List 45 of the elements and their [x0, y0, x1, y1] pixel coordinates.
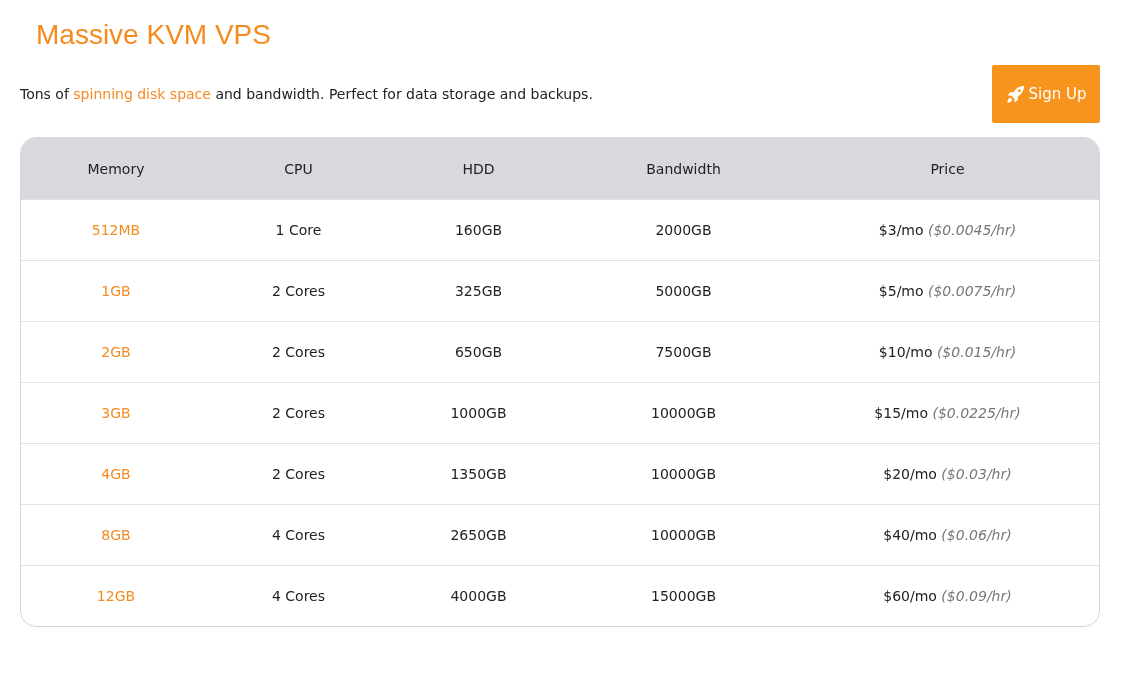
memory-cell-text: 12GB: [95, 587, 137, 606]
sign-up-button[interactable]: Sign Up: [992, 65, 1100, 123]
cpu-cell-text: 2 Cores: [270, 343, 327, 362]
hdd-cell-text: 1000GB: [449, 404, 508, 423]
hdd-cell-text: 160GB: [453, 221, 504, 240]
rocket-icon: [1005, 84, 1025, 104]
page-title: Massive KVM VPS: [35, 18, 272, 52]
bandwidth-cell-text: 10000GB: [650, 404, 717, 423]
price-cell-text: $3/mo ($0.0045/hr): [877, 221, 1018, 240]
memory-cell-text: 4GB: [100, 465, 132, 484]
cpu-cell-text: 4 Cores: [270, 587, 327, 606]
price-cell-text: $10/mo ($0.015/hr): [877, 343, 1018, 362]
price-cell-text: $40/mo ($0.06/hr): [882, 526, 1013, 545]
spinning-disk-link[interactable]: spinning disk space: [73, 86, 211, 102]
column-header: Bandwidth: [645, 159, 722, 179]
description-text: Tons of spinning disk space and bandwidth. Perfect for data storage and backups.: [20, 86, 593, 102]
hdd-cell-text: 1350GB: [449, 465, 508, 484]
cpu-cell-text: 4 Cores: [270, 526, 327, 545]
cpu-cell-text: 2 Cores: [270, 404, 327, 423]
column-header: HDD: [461, 159, 496, 179]
bandwidth-cell-text: 10000GB: [650, 526, 717, 545]
bandwidth-cell-text: 2000GB: [654, 221, 713, 240]
hdd-cell-text: 650GB: [453, 343, 504, 362]
memory-cell-text: 8GB: [100, 526, 132, 545]
memory-cell-text: 2GB: [100, 343, 132, 362]
price-cell-text: $60/mo ($0.09/hr): [882, 587, 1013, 606]
memory-cell-text: 512MB: [90, 221, 142, 240]
cpu-cell-text: 2 Cores: [270, 282, 327, 301]
cpu-cell-text: 2 Cores: [270, 465, 327, 484]
bandwidth-cell-text: 5000GB: [654, 282, 713, 301]
memory-cell-text: 3GB: [100, 404, 132, 423]
column-header: Price: [929, 159, 966, 179]
bandwidth-cell-text: 7500GB: [654, 343, 713, 362]
cpu-cell-text: 1 Core: [274, 221, 323, 240]
column-header: Memory: [86, 159, 146, 179]
hdd-cell-text: 4000GB: [449, 587, 508, 606]
price-cell-text: $15/mo ($0.0225/hr): [873, 404, 1022, 423]
price-cell-text: $5/mo ($0.0075/hr): [877, 282, 1018, 301]
column-header: CPU: [283, 159, 314, 179]
hdd-cell-text: 325GB: [453, 282, 504, 301]
hdd-cell-text: 2650GB: [449, 526, 508, 545]
price-cell-text: $20/mo ($0.03/hr): [882, 465, 1013, 484]
bandwidth-cell-text: 15000GB: [650, 587, 717, 606]
memory-cell-text: 1GB: [100, 282, 132, 301]
bandwidth-cell-text: 10000GB: [650, 465, 717, 484]
